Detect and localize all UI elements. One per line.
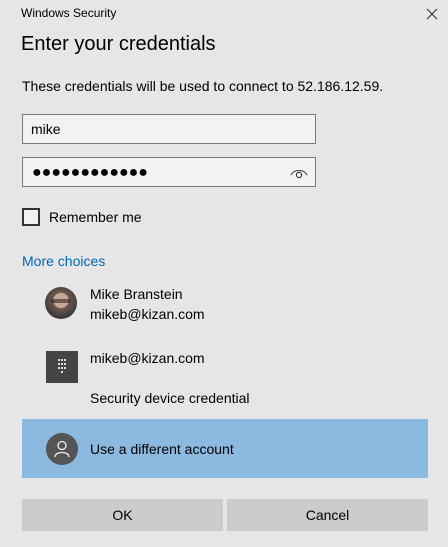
account-option-security-device[interactable]: mikeb@kizan.com Security device credenti… <box>22 345 428 415</box>
remember-me-row[interactable]: Remember me <box>22 206 142 228</box>
remember-me-checkbox[interactable] <box>22 208 40 226</box>
close-button[interactable] <box>416 0 448 28</box>
window-title: Windows Security <box>21 6 117 20</box>
remember-me-label: Remember me <box>49 209 142 225</box>
account-option-mike-branstein[interactable]: Mike Branstein mikeb@kizan.com <box>22 280 428 330</box>
user-photo-avatar <box>45 287 77 319</box>
password-input[interactable]: ●●●●●●●●●●●● <box>32 164 148 182</box>
cancel-button[interactable]: Cancel <box>227 499 428 531</box>
account-name: Mike Branstein <box>90 286 183 302</box>
generic-user-icon <box>46 433 78 465</box>
use-different-account-option[interactable]: Use a different account <box>22 419 428 478</box>
username-input[interactable] <box>23 115 315 143</box>
username-field[interactable] <box>22 114 316 144</box>
account-email: mikeb@kizan.com <box>90 306 205 322</box>
security-device-icon <box>46 351 78 383</box>
close-icon <box>426 8 438 20</box>
more-choices-link[interactable]: More choices <box>22 253 105 269</box>
ok-button[interactable]: OK <box>22 499 223 531</box>
title-bar: Windows Security <box>0 0 448 28</box>
eye-icon[interactable] <box>289 165 309 181</box>
account-subtitle: Security device credential <box>90 390 250 406</box>
password-field[interactable]: ●●●●●●●●●●●● <box>22 157 316 187</box>
different-account-label: Use a different account <box>90 441 234 457</box>
dialog-heading: Enter your credentials <box>21 33 216 55</box>
account-email: mikeb@kizan.com <box>90 350 205 366</box>
credentials-dialog: Windows Security Enter your credentials … <box>0 0 448 547</box>
connection-description: These credentials will be used to connec… <box>22 78 384 94</box>
